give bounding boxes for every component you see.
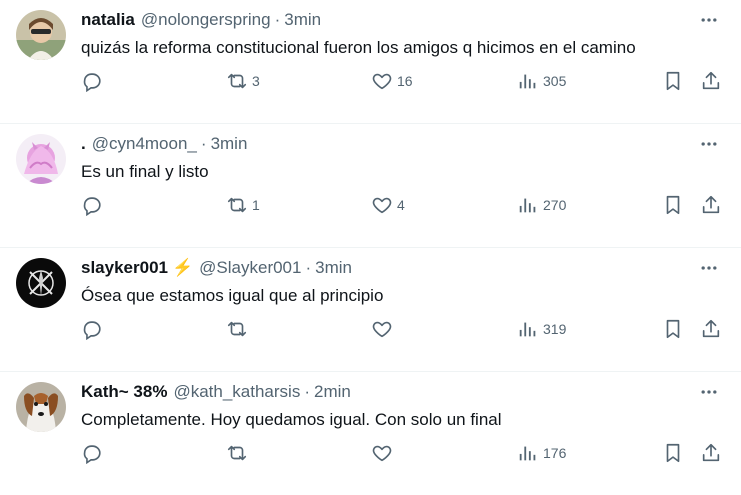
tweet-header: . @cyn4moon_ · 3min <box>81 132 247 156</box>
share-icon <box>700 318 722 340</box>
reply-icon <box>81 318 103 340</box>
views-button[interactable]: 305 <box>517 66 566 96</box>
reply-button[interactable] <box>81 314 107 344</box>
bookmark-button[interactable] <box>662 190 684 220</box>
retweet-icon <box>226 70 248 92</box>
views-button[interactable]: 270 <box>517 190 566 220</box>
retweet-count: 3 <box>252 73 260 89</box>
views-button[interactable]: 176 <box>517 438 566 468</box>
views-count: 176 <box>543 445 567 461</box>
heart-icon <box>371 194 393 216</box>
reply-button[interactable] <box>81 438 107 468</box>
retweet-button[interactable] <box>226 314 252 344</box>
like-count: 4 <box>397 197 405 213</box>
tweet-text: Completamente. Hoy quedamos igual. Con s… <box>81 410 502 429</box>
timestamp[interactable]: 2min <box>314 382 351 402</box>
tweet-header: slayker001 ⚡ @Slayker001 · 3min <box>81 256 352 280</box>
share-button[interactable] <box>700 190 722 220</box>
separator-dot: · <box>274 10 281 29</box>
like-count: 16 <box>397 73 413 89</box>
tweet-header: Kath~ 38% @kath_katharsis · 2min <box>81 380 351 404</box>
retweet-icon <box>226 442 248 464</box>
tweet-text: Ósea que estamos igual que al principio <box>81 286 384 305</box>
more-options-icon[interactable] <box>697 8 721 32</box>
avatar[interactable] <box>16 382 66 432</box>
retweet-button[interactable]: 3 <box>226 66 260 96</box>
retweet-count: 1 <box>252 197 260 213</box>
more-options-icon[interactable] <box>697 380 721 404</box>
lightning-emoji: ⚡ <box>171 258 194 277</box>
views-chart-icon <box>517 70 539 92</box>
tweet-actions: 319 <box>0 314 741 344</box>
share-icon <box>700 70 722 92</box>
views-button[interactable]: 319 <box>517 314 566 344</box>
reply-button[interactable] <box>81 66 107 96</box>
separator-dot: · <box>304 382 310 401</box>
like-button[interactable] <box>371 438 397 468</box>
avatar[interactable] <box>16 134 66 184</box>
like-button[interactable] <box>371 314 397 344</box>
reply-feed: natalia @nolongerspring · 3min quizás la… <box>0 0 741 495</box>
display-name[interactable]: Kath~ 38% <box>81 382 167 402</box>
share-button[interactable] <box>700 66 722 96</box>
share-icon <box>700 442 722 464</box>
display-name[interactable]: natalia <box>81 10 135 30</box>
views-count: 270 <box>543 197 567 213</box>
share-button[interactable] <box>700 314 722 344</box>
reply-icon <box>81 442 103 464</box>
retweet-icon <box>226 318 248 340</box>
retweet-button[interactable]: 1 <box>226 190 260 220</box>
tweet[interactable]: Kath~ 38% @kath_katharsis · 2min Complet… <box>0 372 741 495</box>
share-icon <box>700 194 722 216</box>
retweet-icon <box>226 194 248 216</box>
bookmark-icon <box>662 442 684 464</box>
tweet-text: Es un final y listo <box>81 162 209 181</box>
views-chart-icon <box>517 442 539 464</box>
tweet-actions: 1 4 270 <box>0 190 741 220</box>
more-options-icon[interactable] <box>697 256 721 280</box>
like-button[interactable]: 4 <box>371 190 405 220</box>
bookmark-icon <box>662 318 684 340</box>
timestamp[interactable]: 3min <box>211 134 248 154</box>
user-handle[interactable]: @Slayker001 <box>199 258 301 278</box>
share-button[interactable] <box>700 438 722 468</box>
bookmark-button[interactable] <box>662 314 684 344</box>
heart-icon <box>371 442 393 464</box>
bookmark-button[interactable] <box>662 66 684 96</box>
heart-icon <box>371 70 393 92</box>
user-handle[interactable]: @cyn4moon_ <box>92 134 197 154</box>
user-handle[interactable]: @kath_katharsis <box>173 382 300 402</box>
tweet-header: natalia @nolongerspring · 3min <box>81 8 321 32</box>
retweet-button[interactable] <box>226 438 252 468</box>
views-count: 305 <box>543 73 567 89</box>
reply-icon <box>81 70 103 92</box>
timestamp[interactable]: 3min <box>284 10 321 30</box>
tweet[interactable]: natalia @nolongerspring · 3min quizás la… <box>0 0 741 124</box>
separator-dot: · <box>305 258 312 277</box>
tweet[interactable]: slayker001 ⚡ @Slayker001 · 3min Ósea que… <box>0 248 741 372</box>
separator-dot: · <box>200 134 207 153</box>
bookmark-icon <box>662 70 684 92</box>
tweet-actions: 176 <box>0 438 741 468</box>
like-button[interactable]: 16 <box>371 66 413 96</box>
tweet[interactable]: . @cyn4moon_ · 3min Es un final y listo … <box>0 124 741 248</box>
views-chart-icon <box>517 194 539 216</box>
reply-button[interactable] <box>81 190 107 220</box>
avatar[interactable] <box>16 258 66 308</box>
user-handle[interactable]: @nolongerspring <box>141 10 271 30</box>
display-name[interactable]: slayker001 <box>81 258 168 278</box>
reply-icon <box>81 194 103 216</box>
display-name[interactable]: . <box>81 134 86 154</box>
tweet-text: quizás la reforma constitucional fueron … <box>81 38 636 57</box>
tweet-actions: 3 16 305 <box>0 66 741 96</box>
avatar[interactable] <box>16 10 66 60</box>
views-chart-icon <box>517 318 539 340</box>
more-options-icon[interactable] <box>697 132 721 156</box>
views-count: 319 <box>543 321 567 337</box>
timestamp[interactable]: 3min <box>315 258 352 278</box>
bookmark-button[interactable] <box>662 438 684 468</box>
bookmark-icon <box>662 194 684 216</box>
heart-icon <box>371 318 393 340</box>
